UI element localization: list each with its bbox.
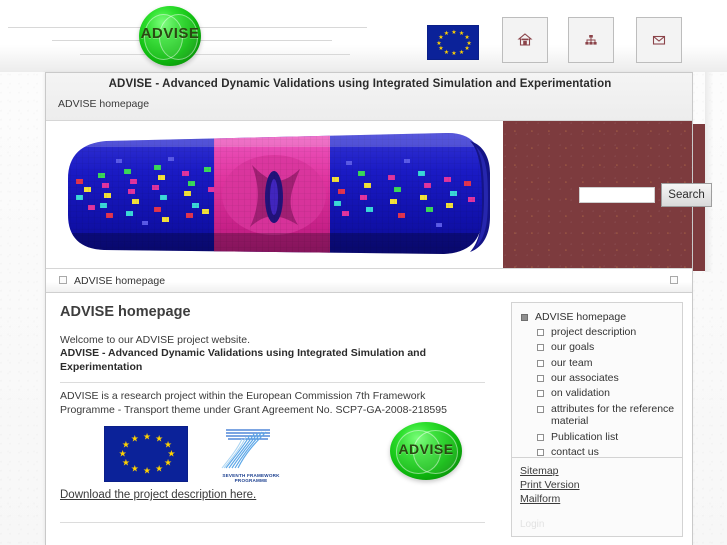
eu-star-icon: ★ [458, 48, 465, 56]
content-window: ADVISE - Advanced Dynamic Validations us… [45, 72, 712, 545]
grant-text: ADVISE is a research project within the … [60, 390, 447, 417]
square-bullet-icon [537, 359, 544, 367]
title-subline: ADVISE homepage [58, 98, 150, 110]
download-project-description-link[interactable]: Download the project description here. [60, 489, 256, 501]
mail-button[interactable] [636, 17, 682, 63]
main-content: ADVISE homepage Welcome to our ADVISE pr… [46, 294, 504, 545]
eu-star-icon: ★ [121, 458, 130, 469]
sidebar-item-label: attributes for the reference material [551, 402, 675, 428]
european-union-flag: ★ ★ ★ ★ ★ ★ ★ ★ ★ ★ ★ ★ [104, 426, 188, 482]
sidebar-item-label: ADVISE homepage [535, 310, 627, 323]
envelope-icon [652, 35, 666, 45]
page-right-shadow [705, 72, 713, 272]
sidebar-item-our-associates[interactable]: our associates [516, 371, 678, 386]
square-bullet-icon [59, 276, 67, 284]
advise-logo-text: ADVISE [398, 441, 454, 457]
decorative-line [218, 54, 350, 55]
square-bullet-icon [537, 448, 544, 456]
header-background [0, 0, 727, 72]
fp7-seven-icon [221, 429, 270, 469]
square-bullet-icon [521, 313, 528, 321]
title-band: ADVISE - Advanced Dynamic Validations us… [46, 73, 692, 121]
decorative-line [212, 40, 325, 41]
square-bullet-icon [537, 405, 544, 413]
site-title: ADVISE - Advanced Dynamic Validations us… [108, 78, 612, 90]
square-bullet-icon [537, 328, 544, 336]
breadcrumb-bar: ADVISE homepage [46, 268, 692, 293]
advise-logo: ADVISE [390, 422, 462, 480]
home-button[interactable] [502, 17, 548, 63]
eu-star-icon: ★ [142, 432, 152, 443]
advise-logo[interactable]: ADVISE [139, 6, 201, 66]
sidebar-links-panel: Sitemap Print Version Mailform Login [511, 457, 683, 537]
sitemap-icon [585, 35, 597, 45]
fp7-caption: SEVENTH FRAMEWORK PROGRAMME [222, 472, 280, 484]
hero-row: Search [46, 121, 712, 268]
eu-star-icon: ★ [130, 434, 139, 445]
eu-star-icon: ★ [121, 440, 130, 451]
print-version-link[interactable]: Print Version [520, 478, 674, 492]
sidebar-nav-panel: ADVISE homepage project description our go… [511, 302, 683, 468]
eu-star-icon: ★ [443, 48, 450, 56]
sidebar-item-label: Publication list [551, 430, 619, 443]
sitemap-button[interactable] [568, 17, 614, 63]
sidebar-item-label: on validation [551, 387, 610, 400]
eu-star-icon: ★ [464, 44, 470, 52]
search-panel: Search [503, 121, 712, 268]
eu-star-icon: ★ [118, 449, 127, 460]
fem-simulation-graphic [68, 132, 490, 255]
square-bullet-icon [537, 344, 544, 352]
square-bullet-icon [537, 433, 544, 441]
advise-logo-text: ADVISE [140, 25, 200, 42]
page-title: ADVISE homepage [60, 304, 191, 320]
content-divider [60, 382, 485, 383]
fp7-logo: SEVENTH FRAMEWORK PROGRAMME [208, 424, 294, 484]
sidebar-item-label: project description [551, 325, 637, 338]
page-root: ADVISE ★ ★ ★ ★ ★ ★ ★ ★ ★ ★ ★ ★ ADVISE - … [0, 0, 727, 545]
eu-star-icon: ★ [142, 466, 152, 477]
square-bullet-icon [537, 375, 544, 382]
decorative-line [193, 27, 367, 28]
login-link[interactable]: Login [520, 519, 544, 530]
sidebar-links-list: Sitemap Print Version Mailform [520, 464, 674, 507]
search-input[interactable] [579, 187, 655, 203]
sidebar-item-our-goals[interactable]: our goals [516, 340, 678, 355]
mailform-link[interactable]: Mailform [520, 492, 674, 506]
hero-image [46, 121, 504, 268]
sidebar-item-label: our associates [551, 372, 619, 384]
sidebar-item-on-validation[interactable]: on validation [516, 386, 678, 401]
sidebar-item-label: our team [551, 356, 593, 369]
sidebar-item-advise-homepage[interactable]: ADVISE homepage [516, 309, 678, 324]
body-row: ADVISE homepage Welcome to our ADVISE pr… [46, 294, 692, 545]
home-icon [517, 33, 533, 46]
square-toggle-icon[interactable] [670, 276, 678, 284]
breadcrumb-label[interactable]: ADVISE homepage [74, 275, 165, 287]
eu-star-icon: ★ [443, 30, 450, 38]
eu-star-icon: ★ [130, 464, 139, 475]
intro-strong: ADVISE - Advanced Dynamic Validations us… [60, 347, 427, 374]
site-header: ADVISE ★ ★ ★ ★ ★ ★ ★ ★ ★ ★ ★ ★ [0, 0, 727, 72]
funding-logo-strip: ★ ★ ★ ★ ★ ★ ★ ★ ★ ★ ★ ★ SEVENTH FRAMEWOR… [60, 422, 485, 484]
sitemap-link[interactable]: Sitemap [520, 464, 674, 478]
eu-star-icon: ★ [438, 44, 444, 52]
eu-star-icon: ★ [451, 28, 457, 36]
content-divider [60, 522, 485, 523]
sidebar-item-our-team[interactable]: our team [516, 355, 678, 370]
eu-star-icon: ★ [164, 458, 173, 469]
eu-star-icon: ★ [451, 50, 457, 58]
eu-star-icon: ★ [155, 464, 164, 475]
european-union-flag: ★ ★ ★ ★ ★ ★ ★ ★ ★ ★ ★ ★ [427, 25, 479, 60]
eu-star-icon: ★ [436, 39, 442, 47]
square-bullet-icon [537, 390, 544, 398]
sidebar-item-label: our goals [551, 341, 595, 354]
sidebar-item-attributes-reference-material[interactable]: attributes for the reference material [516, 401, 678, 429]
sidebar: ADVISE homepage project description our go… [504, 294, 692, 545]
search-button[interactable]: Search [661, 183, 712, 207]
eu-star-icon: ★ [155, 434, 164, 445]
sidebar-item-publication-list[interactable]: Publication list [516, 429, 678, 444]
sidebar-item-project-description[interactable]: project description [516, 324, 678, 339]
